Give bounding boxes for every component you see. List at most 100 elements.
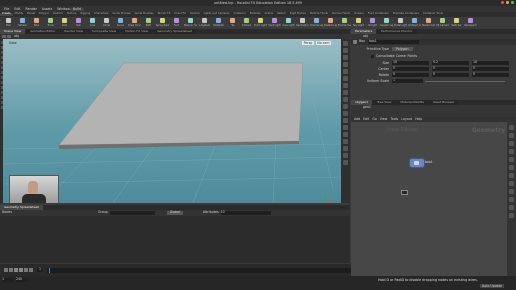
last-frame-icon[interactable] xyxy=(29,268,33,272)
menu-file[interactable]: File xyxy=(4,7,9,11)
viewport-path[interactable]: obj xyxy=(14,34,19,38)
network-path[interactable]: geo1 xyxy=(363,105,371,109)
play-icon[interactable] xyxy=(19,268,23,272)
display-option-icon[interactable] xyxy=(343,118,348,123)
network-menu-edit[interactable]: Edit xyxy=(363,117,369,121)
network-editor[interactable]: Indie Edition Geometry box1 xyxy=(351,122,507,276)
display-option-icon[interactable] xyxy=(343,83,348,88)
shelf-tool-gi-light[interactable]: GI Light xyxy=(366,17,379,27)
shelf-tab-populate-containers[interactable]: Populate Containers xyxy=(391,13,421,16)
param-value-field[interactable]: 0 xyxy=(472,73,509,78)
close-window-button[interactable] xyxy=(501,1,504,4)
start-frame-field[interactable]: 1 xyxy=(2,277,14,282)
shelf-tab-collisions[interactable]: Collisions xyxy=(231,13,247,16)
shelf-tool-ambient-light[interactable]: Ambient Light xyxy=(408,17,421,27)
shelf-tab-fluid-containers[interactable]: Fluid Containers xyxy=(366,13,391,16)
param-value-field[interactable]: 10 xyxy=(472,61,509,66)
shelf-tab-texture[interactable]: Texture xyxy=(65,13,79,16)
network-tool-icon[interactable] xyxy=(509,141,514,146)
shelf-tab-create[interactable]: Create xyxy=(0,13,13,16)
shelf-tool-spray-paint[interactable]: Spray Paint xyxy=(156,17,169,27)
shelf-tool-tube[interactable]: Tube xyxy=(30,17,43,27)
param-value-field[interactable]: 10 xyxy=(392,61,429,66)
maximize-window-button[interactable] xyxy=(511,1,514,4)
shelf-tool-font[interactable]: Font xyxy=(170,17,183,27)
shelf-tool-circle[interactable]: Circle xyxy=(100,17,113,27)
display-option-icon[interactable] xyxy=(343,90,348,95)
shelf-tab-characters[interactable]: Characters xyxy=(92,13,110,16)
parameter-path[interactable]: obj xyxy=(363,34,368,38)
shelf-tab-particle-fluids[interactable]: Particle Fluids xyxy=(308,13,330,16)
shelf-tool-volume-light[interactable]: Volume Light xyxy=(310,17,323,27)
display-option-icon[interactable] xyxy=(343,139,348,144)
shelf-tab-deform[interactable]: Deform xyxy=(51,13,65,16)
minimize-window-button[interactable] xyxy=(506,1,509,4)
shelf-tool-torus[interactable]: Torus xyxy=(44,17,57,27)
network-tool-icon[interactable] xyxy=(509,149,514,154)
tab-geometry-spreadsheet[interactable]: Geometry Spreadsheet xyxy=(0,205,43,210)
shelf-tool-path[interactable]: Path xyxy=(142,17,155,27)
display-option-icon[interactable] xyxy=(343,111,348,116)
shelf-tab-guide-brushes[interactable]: Guide Brushes xyxy=(133,13,156,16)
shelf-tool-metaball[interactable]: Metaball xyxy=(212,17,225,27)
network-tool-icon[interactable] xyxy=(509,213,514,218)
shelf-tab-polygon[interactable]: Polygon xyxy=(37,13,51,16)
first-frame-icon[interactable] xyxy=(4,268,8,272)
stop-icon[interactable] xyxy=(14,268,18,272)
next-frame-icon[interactable] xyxy=(24,268,28,272)
shelf-tool-grid[interactable]: Grid xyxy=(58,17,71,27)
desktop-dropdown[interactable]: Build xyxy=(70,7,85,11)
display-option-icon[interactable] xyxy=(343,146,348,151)
shelf-tool-curve[interactable]: Curve xyxy=(114,17,127,27)
shelf-tab-rigid-bodies[interactable]: Rigid Bodies xyxy=(288,13,308,16)
shelf-tool-portal-light[interactable]: Portal Light xyxy=(394,17,407,27)
display-option-icon[interactable] xyxy=(343,41,348,46)
update-mode-button[interactable]: Auto Update xyxy=(480,284,504,289)
param-value-field[interactable]: 0 xyxy=(392,73,429,78)
param-value-field[interactable]: 0 xyxy=(392,67,429,72)
end-frame-field[interactable]: 240 xyxy=(16,277,28,282)
display-option-icon[interactable] xyxy=(343,69,348,74)
display-option-icon[interactable] xyxy=(343,97,348,102)
shelf-tab-container-tools[interactable]: Container Tools xyxy=(421,13,445,16)
shelf-tab-model[interactable]: Model xyxy=(25,13,37,16)
shelf-tool-area-light[interactable]: Area Light xyxy=(282,17,295,27)
display-option-icon[interactable] xyxy=(343,132,348,137)
shelf-tool-null[interactable]: Null xyxy=(72,17,85,27)
prev-frame-icon[interactable] xyxy=(9,268,13,272)
network-menu-help[interactable]: Help xyxy=(415,117,422,121)
shelf-tab-viscous-fluids[interactable]: Viscous Fluids xyxy=(330,13,352,16)
shelf-tab-vellum[interactable]: Vellum xyxy=(275,13,288,16)
display-option-icon[interactable] xyxy=(343,62,348,67)
uniform-scale-slider[interactable] xyxy=(425,80,505,82)
shelf-tab-modify[interactable]: Modify xyxy=(13,13,26,16)
display-option-icon[interactable] xyxy=(343,55,348,60)
shelf-tool-camera[interactable]: Camera xyxy=(240,17,253,27)
shelf-tab-particles[interactable]: Particles xyxy=(248,13,263,16)
consolidate-checkbox[interactable] xyxy=(371,55,374,59)
network-tool-icon[interactable] xyxy=(509,189,514,194)
network-menu-tools[interactable]: Tools xyxy=(390,117,398,121)
shelf-tab-oceans[interactable]: Oceans xyxy=(352,13,366,16)
menu-assets[interactable]: Assets xyxy=(42,7,52,11)
network-menu-go[interactable]: Go xyxy=(372,117,376,121)
shelf-tool-distant-light[interactable]: Distant Light xyxy=(324,17,337,27)
display-option-icon[interactable] xyxy=(343,153,348,158)
network-menu-add[interactable]: Add xyxy=(354,117,360,121)
shelf-tool-platonic-solids[interactable]: Platonic Solids xyxy=(184,17,197,27)
attributes-field[interactable]: 10 xyxy=(220,210,271,215)
network-tool-icon[interactable] xyxy=(509,133,514,138)
network-tool-icon[interactable] xyxy=(509,157,514,162)
shelf-tool-box[interactable]: Box xyxy=(2,17,15,27)
shelf-tool-caustic-light[interactable]: Caustic Light xyxy=(380,17,393,27)
shelf-tool-line[interactable]: Line xyxy=(86,17,99,27)
shelf-tab-cloud-fx[interactable]: Cloud FX xyxy=(172,13,188,16)
param-value-field[interactable]: 0.2 xyxy=(432,61,469,66)
primitive-type-dropdown[interactable]: Polygon xyxy=(392,47,413,52)
param-value-field[interactable]: 0 xyxy=(432,67,469,72)
shelf-tool-draw-curve[interactable]: Draw Curve xyxy=(128,17,141,27)
class-dropdown[interactable]: Global xyxy=(166,211,183,216)
shelf-tool-spot-light[interactable]: Spot Light xyxy=(268,17,281,27)
display-option-icon[interactable] xyxy=(343,160,348,165)
uniform-scale-field[interactable]: 1 xyxy=(392,79,423,84)
